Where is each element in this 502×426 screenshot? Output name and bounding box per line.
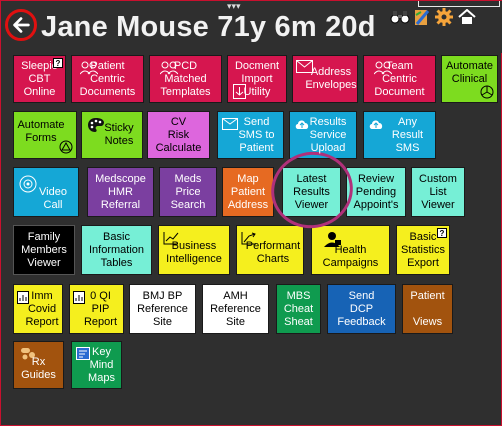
tile-review-pending-appoints[interactable]: Review Pending Appoint's — [346, 167, 406, 217]
tile-label: Basic Information Tables — [88, 230, 145, 269]
tile-results-service-upload[interactable]: Results Service Upload — [289, 111, 357, 159]
tile-basic-information-tables[interactable]: Basic Information Tables — [81, 225, 152, 275]
tile-sticky-notes[interactable]: Sticky Notes — [81, 111, 143, 159]
tile-label: Family Members Viewer — [21, 230, 67, 269]
tile-team-centric-document[interactable]: Team Centric Document — [363, 55, 436, 103]
tile-basic-statistics-export[interactable]: Basic Statistics Export ? — [396, 225, 450, 275]
tile-label: Patient Views — [410, 289, 445, 328]
back-button[interactable] — [5, 9, 37, 41]
tile-label: Patient Centric Documents — [79, 59, 136, 98]
help-icon: ? — [53, 58, 63, 68]
back-arrow-icon — [13, 17, 30, 33]
patient-title: Jane Mouse 71y 6m 20d — [41, 11, 376, 43]
tile-meds-price-search[interactable]: Meds Price Search — [159, 167, 217, 217]
tile-document-import-utility[interactable]: Docment Import Utility — [227, 55, 287, 103]
app-window: Jane Mouse 71y 6m 20d ▾▾▾ Sleepio CBT On… — [0, 0, 502, 426]
home-icon[interactable] — [457, 7, 477, 27]
tile-label: Automate Forms — [17, 119, 65, 144]
tile-key-mind-maps[interactable]: Key Mind Maps — [71, 341, 122, 389]
tile-label: BMJ BP Reference Site — [137, 289, 188, 328]
tile-cv-risk-calculate[interactable]: CV Risk Calculate — [147, 111, 210, 159]
tile-label: Latest Results Viewer — [293, 172, 330, 211]
tile-rx-guides[interactable]: Rx Guides — [13, 341, 64, 389]
tile-label: Send DCP Feedback — [337, 289, 386, 328]
tile-label: MBS Cheat Sheat — [283, 289, 314, 328]
tile-label: Health Campaigns — [322, 244, 379, 269]
tile-label: Video Call — [39, 186, 67, 211]
tile-amh-reference-site[interactable]: AMH Reference Site — [202, 284, 269, 334]
tile-medscope-hmr-referral[interactable]: Medscope HMR Referral — [87, 167, 154, 217]
tile-label: Map Patient Address — [227, 172, 269, 211]
tile-health-campaigns[interactable]: Health Campaigns — [311, 225, 390, 275]
tile-imm-covid-report[interactable]: Imm Covid Report — [13, 284, 63, 334]
tile-family-members-viewer[interactable]: Family Members Viewer — [13, 225, 75, 275]
tile-label: Results Service Upload — [309, 115, 347, 154]
tile-label: PCD Matched Templates — [160, 59, 211, 98]
binoculars-icon[interactable] — [390, 7, 410, 27]
header-bar: Jane Mouse 71y 6m 20d ▾▾▾ — [1, 1, 502, 53]
tile-label: Sticky Notes — [104, 122, 134, 147]
tile-automate-forms[interactable]: Automate Forms — [13, 111, 77, 159]
tile-label: Rx Guides — [21, 356, 56, 381]
tile-label: Imm Covid Report — [25, 289, 59, 328]
tile-label: Send SMS to Patient — [238, 115, 275, 154]
tile-map-patient-address[interactable]: Map Patient Address — [222, 167, 274, 217]
tile-label: Team Centric Document — [374, 59, 425, 98]
tile-label: 0 QI PIP Report — [83, 289, 118, 328]
title-bar-grip: ▾▾▾ — [227, 1, 241, 11]
tile-label: Key Mind Maps — [88, 345, 115, 384]
tile-qi-pip-report[interactable]: 0 QI PIP Report — [69, 284, 124, 334]
tile-label: Business Intelligence — [166, 240, 222, 265]
tile-bmj-bp-reference-site[interactable]: BMJ BP Reference Site — [129, 284, 196, 334]
gear-icon[interactable] — [434, 7, 454, 27]
tile-label: Meds Price Search — [170, 172, 206, 211]
tile-label: Address Envelopes — [305, 66, 357, 91]
tile-label: Automate Clinical — [445, 60, 494, 85]
tile-send-dcp-feedback[interactable]: Send DCP Feedback — [327, 284, 396, 334]
tile-any-result-sms[interactable]: Any Result SMS — [363, 111, 436, 159]
tile-patient-centric-documents[interactable]: Patient Centric Documents — [71, 55, 144, 103]
tile-sleepio-cbt-online[interactable]: Sleepio CBT Online ? — [13, 55, 66, 103]
note-pen-icon[interactable] — [412, 7, 432, 27]
tile-label: Review Pending Appoint's — [353, 172, 399, 211]
tile-label: Performant Charts — [245, 240, 301, 265]
tile-patient-views[interactable]: Patient Views — [402, 284, 453, 334]
tile-label: AMH Reference Site — [210, 289, 261, 328]
tile-label: Docment Import Utility — [234, 59, 280, 98]
tile-label: CV Risk Calculate — [155, 115, 202, 154]
help-icon: ? — [437, 228, 447, 238]
tile-label: Custom List Viewer — [419, 172, 457, 211]
tile-label: Any Result SMS — [391, 115, 424, 154]
tile-performant-charts[interactable]: Performant Charts — [236, 225, 304, 275]
tile-pcd-matched-templates[interactable]: PCD Matched Templates — [149, 55, 222, 103]
tile-send-sms-to-patient[interactable]: Send SMS to Patient — [217, 111, 284, 159]
tile-video-call[interactable]: Video Call — [13, 167, 79, 217]
tile-address-envelopes[interactable]: Address Envelopes — [292, 55, 358, 103]
tile-latest-results-viewer[interactable]: Latest Results Viewer — [282, 167, 341, 217]
tile-business-intelligence[interactable]: Business Intelligence — [158, 225, 230, 275]
tile-label: Medscope HMR Referral — [95, 172, 146, 211]
tile-mbs-cheat-sheat[interactable]: MBS Cheat Sheat — [276, 284, 321, 334]
mercedes-logo-icon — [480, 85, 494, 99]
tile-automate-clinical[interactable]: Automate Clinical — [441, 55, 498, 103]
tile-custom-list-viewer[interactable]: Custom List Viewer — [411, 167, 465, 217]
